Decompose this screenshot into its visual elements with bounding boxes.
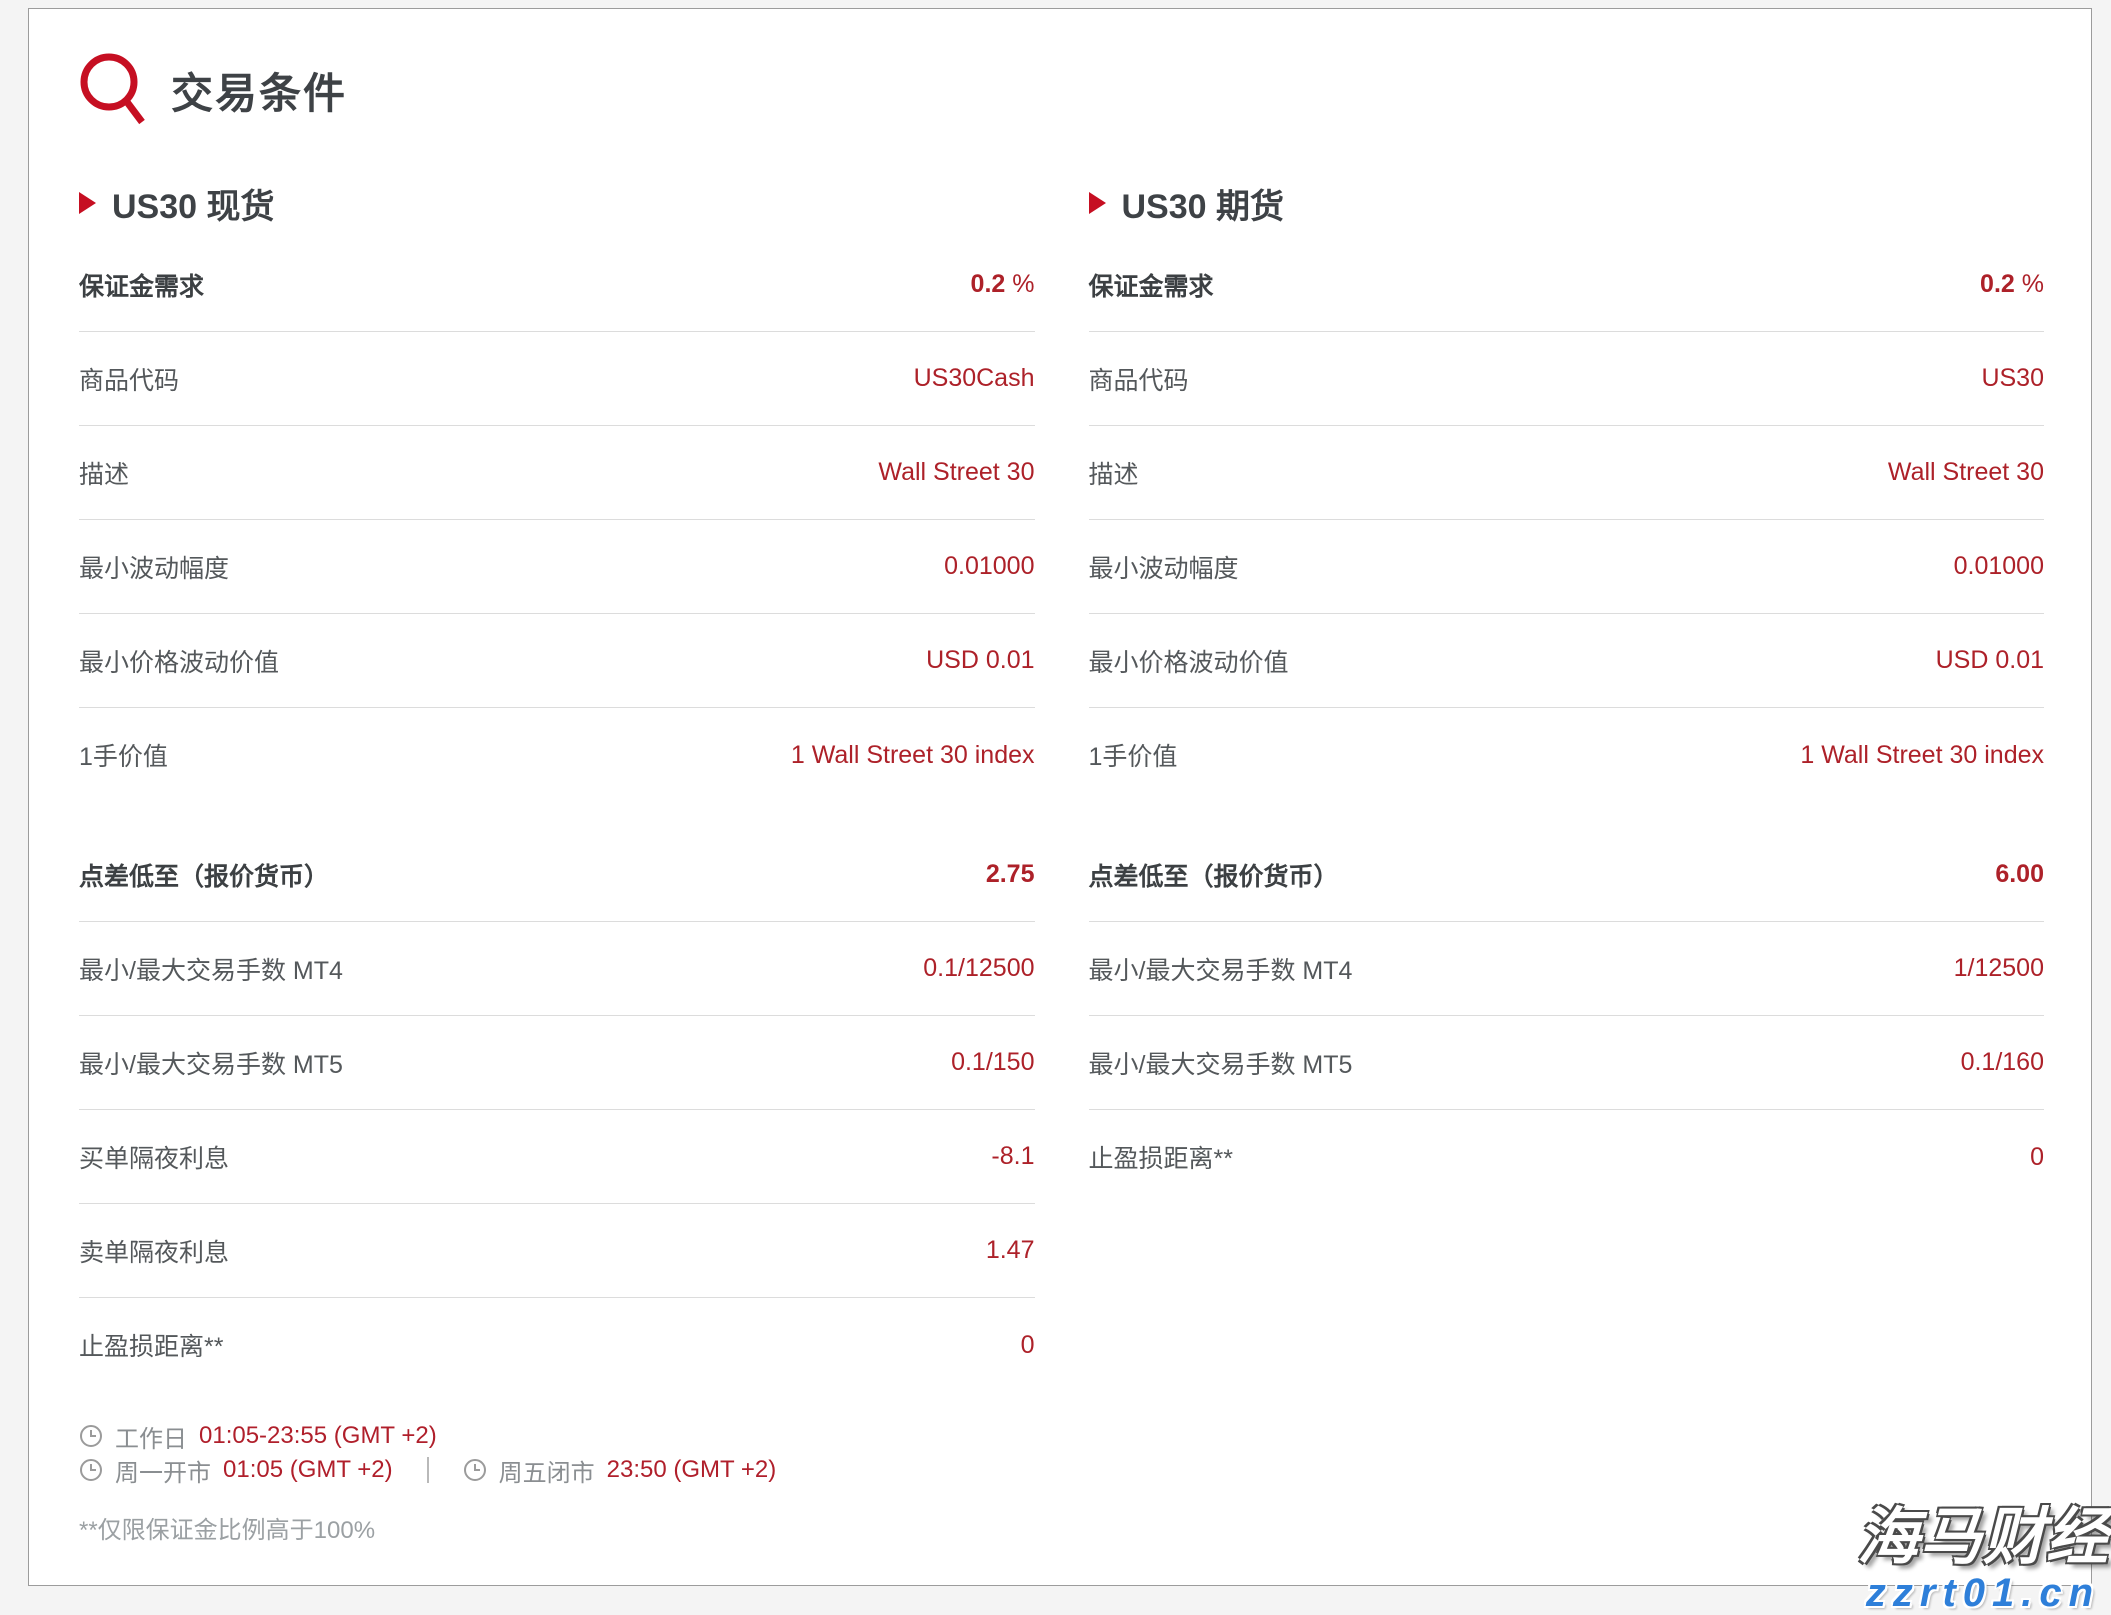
- table-row: 商品代码 US30: [1089, 332, 2045, 426]
- table-row: 商品代码 US30Cash: [79, 332, 1035, 426]
- futures-section-title: US30 期货: [1122, 179, 1285, 228]
- triangle-right-icon: [79, 192, 96, 214]
- futures-table: 保证金需求 0.2 % 商品代码 US30 描述 Wall Street 30 …: [1089, 238, 2045, 1204]
- trading-conditions-card: 交易条件 US30 现货 保证金需求 0.2 % 商品代码 US30Cash 描…: [28, 8, 2092, 1586]
- table-row: 最小/最大交易手数 MT4 1/12500: [1089, 922, 2045, 1016]
- table-row: 保证金需求 0.2 %: [1089, 238, 2045, 332]
- divider: [427, 1457, 429, 1483]
- spot-table: 保证金需求 0.2 % 商品代码 US30Cash 描述 Wall Street…: [79, 238, 1035, 1392]
- clock-icon: [79, 1458, 103, 1482]
- table-row: 保证金需求 0.2 %: [79, 238, 1035, 332]
- monday-open-time: 01:05 (GMT +2): [223, 1456, 393, 1484]
- clock-icon: [463, 1458, 487, 1482]
- schedule-footer: 工作日 01:05-23:55 (GMT +2) 周一开市 01:05 (GMT…: [79, 1420, 1035, 1540]
- table-row: 1手价值 1 Wall Street 30 index: [79, 708, 1035, 802]
- table-row: 最小/最大交易手数 MT5 0.1/160: [1089, 1016, 2045, 1110]
- monday-open-label: 周一开市: [115, 1453, 211, 1488]
- weekday-schedule: 工作日 01:05-23:55 (GMT +2): [79, 1420, 1035, 1452]
- table-row: 止盈损距离** 0: [79, 1298, 1035, 1392]
- triangle-right-icon: [1089, 192, 1106, 214]
- futures-column: US30 期货 保证金需求 0.2 % 商品代码 US30 描述 Wall St…: [1089, 183, 2045, 1540]
- table-row: 买单隔夜利息 -8.1: [79, 1110, 1035, 1204]
- weekday-time: 01:05-23:55 (GMT +2): [199, 1422, 437, 1450]
- table-row: 最小价格波动价值 USD 0.01: [1089, 614, 2045, 708]
- table-row: 最小价格波动价值 USD 0.01: [79, 614, 1035, 708]
- table-row: 1手价值 1 Wall Street 30 index: [1089, 708, 2045, 802]
- table-row: 描述 Wall Street 30: [1089, 426, 2045, 520]
- spot-column: US30 现货 保证金需求 0.2 % 商品代码 US30Cash 描述 Wal…: [79, 183, 1035, 1540]
- table-row: 最小波动幅度 0.01000: [79, 520, 1035, 614]
- table-row: 止盈损距离** 0: [1089, 1110, 2045, 1204]
- table-row: 卖单隔夜利息 1.47: [79, 1204, 1035, 1298]
- friday-close-label: 周五闭市: [499, 1453, 595, 1488]
- table-row: 描述 Wall Street 30: [79, 426, 1035, 520]
- open-close-schedule: 周一开市 01:05 (GMT +2) 周五闭市 23:50 (GMT +2): [79, 1454, 1035, 1486]
- spot-section-header[interactable]: US30 现货: [79, 183, 1035, 223]
- table-row: 最小波动幅度 0.01000: [1089, 520, 2045, 614]
- margin-note: **仅限保证金比例高于100%: [79, 1510, 1035, 1540]
- weekday-label: 工作日: [115, 1419, 187, 1454]
- friday-close-time: 23:50 (GMT +2): [607, 1456, 777, 1484]
- clock-icon: [79, 1424, 103, 1448]
- table-row: 最小/最大交易手数 MT4 0.1/12500: [79, 922, 1035, 1016]
- spot-section-title: US30 现货: [112, 179, 275, 228]
- table-row: 最小/最大交易手数 MT5 0.1/150: [79, 1016, 1035, 1110]
- table-row: 点差低至（报价货币） 2.75: [79, 828, 1035, 922]
- table-row: 点差低至（报价货币） 6.00: [1089, 828, 2045, 922]
- columns-container: US30 现货 保证金需求 0.2 % 商品代码 US30Cash 描述 Wal…: [79, 183, 2044, 1540]
- page-title: 交易条件: [171, 60, 347, 121]
- search-icon: [79, 52, 145, 128]
- page-header: 交易条件: [79, 53, 2044, 127]
- futures-section-header[interactable]: US30 期货: [1089, 183, 2045, 223]
